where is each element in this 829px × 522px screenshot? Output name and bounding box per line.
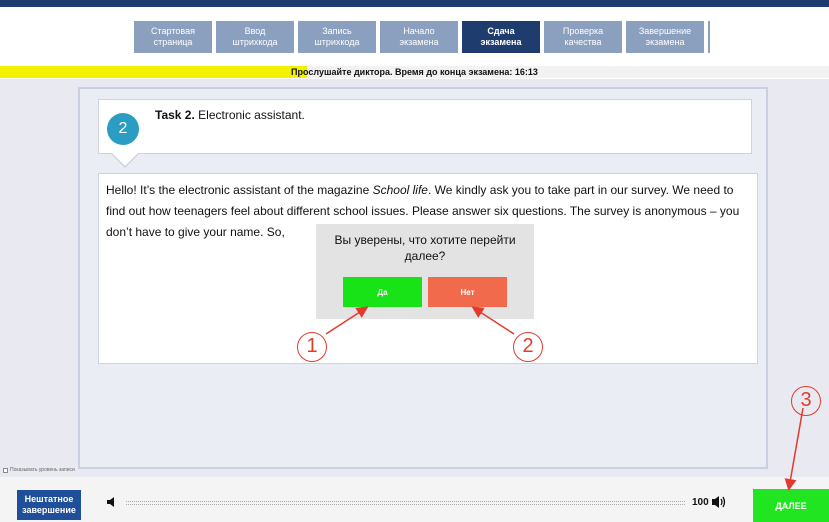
callout-2-arrow [471,306,515,335]
callout-1: 1 [297,332,327,362]
callout-1-arrow [325,306,369,335]
callout-3: 3 [791,386,821,416]
callout-arrows [325,306,804,491]
callout-3-arrow [784,407,804,491]
callout-2: 2 [513,332,543,362]
